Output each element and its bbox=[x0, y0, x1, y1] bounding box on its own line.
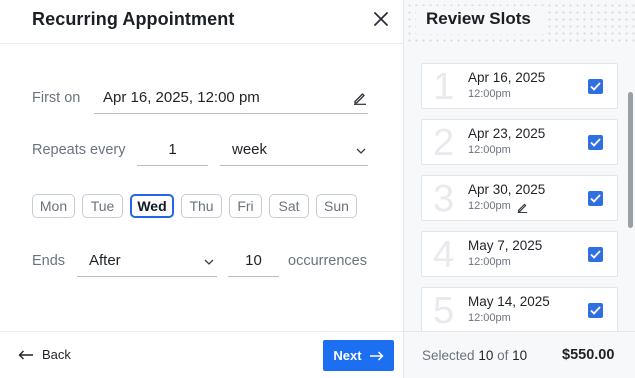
slot-number: 5 bbox=[433, 290, 455, 331]
selected-count: 10 bbox=[478, 348, 494, 363]
occurrences-suffix: occurrences bbox=[288, 253, 367, 269]
slot-time: 12:00pm bbox=[468, 256, 511, 268]
slot-checkbox[interactable] bbox=[588, 303, 603, 318]
slot-card[interactable]: 3 Apr 30, 2025 12:00pm bbox=[421, 175, 618, 221]
slot-date: Apr 30, 2025 bbox=[468, 182, 546, 197]
slot-number: 1 bbox=[433, 66, 455, 108]
slot-card[interactable]: 4 May 7, 2025 12:00pm bbox=[421, 231, 618, 277]
occurrences-input[interactable]: 10 bbox=[228, 248, 279, 277]
slot-date: May 7, 2025 bbox=[468, 238, 543, 253]
repeat-unit-select[interactable]: week bbox=[220, 138, 368, 166]
back-button[interactable]: Back bbox=[18, 347, 71, 362]
ends-mode-value: After bbox=[89, 252, 121, 269]
slot-time: 12:00pm bbox=[468, 200, 511, 212]
review-header: Review Slots bbox=[404, 0, 635, 44]
slot-checkbox[interactable] bbox=[588, 247, 603, 262]
close-button[interactable] bbox=[370, 8, 392, 30]
check-icon bbox=[590, 306, 601, 315]
repeats-label: Repeats every bbox=[32, 142, 126, 158]
next-button[interactable]: Next bbox=[323, 340, 394, 371]
slot-time: 12:00pm bbox=[468, 312, 511, 324]
edit-icon[interactable] bbox=[353, 91, 367, 105]
slot-checkbox[interactable] bbox=[588, 191, 603, 206]
scrollbar-thumb[interactable] bbox=[628, 92, 633, 228]
day-fri[interactable]: Fri bbox=[229, 194, 262, 218]
check-icon bbox=[590, 194, 601, 203]
slot-card[interactable]: 2 Apr 23, 2025 12:00pm bbox=[421, 119, 618, 165]
slot-card[interactable]: 5 May 14, 2025 12:00pm bbox=[421, 287, 618, 331]
day-mon[interactable]: Mon bbox=[32, 194, 75, 218]
repeat-count-value: 1 bbox=[168, 141, 177, 158]
repeat-unit-value: week bbox=[232, 141, 268, 158]
review-title: Review Slots bbox=[426, 9, 531, 28]
arrow-right-icon bbox=[369, 350, 383, 361]
total-count: 10 bbox=[512, 348, 528, 363]
arrow-left-icon bbox=[18, 350, 33, 359]
check-icon bbox=[590, 250, 601, 259]
slots-list[interactable]: 1 Apr 16, 2025 12:00pm 2 Apr 23, 2025 12… bbox=[404, 44, 635, 331]
back-label: Back bbox=[42, 347, 71, 362]
ends-label: Ends bbox=[32, 253, 66, 269]
slot-time: 12:00pm bbox=[468, 144, 511, 156]
slot-card[interactable]: 1 Apr 16, 2025 12:00pm bbox=[421, 63, 618, 109]
chevron-down-icon bbox=[204, 259, 214, 265]
check-icon bbox=[590, 138, 601, 147]
day-tue[interactable]: Tue bbox=[82, 194, 123, 218]
total-price: $550.00 bbox=[562, 347, 615, 363]
ends-mode-select[interactable]: After bbox=[77, 248, 217, 277]
first-on-field[interactable]: Apr 16, 2025, 12:00 pm bbox=[94, 88, 368, 114]
slot-checkbox[interactable] bbox=[588, 135, 603, 150]
day-thu[interactable]: Thu bbox=[181, 194, 222, 218]
slot-date: Apr 23, 2025 bbox=[468, 126, 546, 141]
day-wed[interactable]: Wed bbox=[130, 194, 174, 218]
panel-title: Recurring Appointment bbox=[32, 9, 235, 29]
check-icon bbox=[590, 82, 601, 91]
day-sat[interactable]: Sat bbox=[269, 194, 309, 218]
first-on-value: Apr 16, 2025, 12:00 pm bbox=[103, 89, 260, 106]
edit-icon[interactable] bbox=[517, 202, 528, 213]
slot-number: 2 bbox=[433, 122, 455, 164]
weekday-selector: Mon Tue Wed Thu Fri Sat Sun bbox=[32, 194, 357, 218]
close-icon bbox=[374, 12, 388, 26]
slot-date: May 14, 2025 bbox=[468, 294, 550, 309]
next-label: Next bbox=[333, 348, 362, 363]
day-sun[interactable]: Sun bbox=[316, 194, 357, 218]
slot-number: 3 bbox=[433, 178, 455, 220]
first-on-label: First on bbox=[32, 90, 81, 106]
chevron-down-icon bbox=[356, 148, 366, 154]
selected-summary: Selected 10 of 10 bbox=[422, 348, 528, 363]
slot-number: 4 bbox=[433, 234, 455, 276]
occurrences-value: 10 bbox=[245, 252, 262, 269]
repeat-count-input[interactable]: 1 bbox=[137, 138, 208, 166]
panel-header: Recurring Appointment bbox=[0, 0, 403, 44]
slot-time: 12:00pm bbox=[468, 88, 511, 100]
slot-date: Apr 16, 2025 bbox=[468, 70, 546, 85]
slot-checkbox[interactable] bbox=[588, 79, 603, 94]
review-slots-panel: Review Slots 1 Apr 16, 2025 12:00pm 2 Ap… bbox=[403, 0, 635, 378]
recurring-appointment-panel: Recurring Appointment First on Apr 16, 2… bbox=[0, 0, 403, 378]
